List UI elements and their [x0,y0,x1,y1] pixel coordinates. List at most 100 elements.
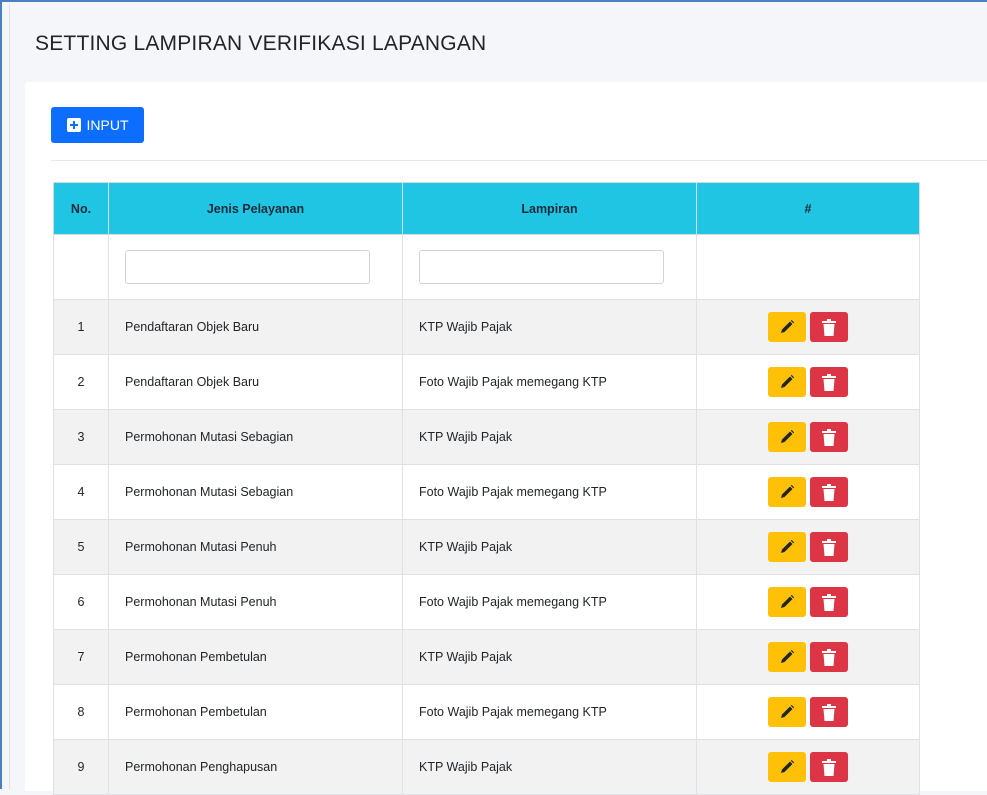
delete-button[interactable] [810,422,848,452]
app-frame: SETTING LAMPIRAN VERIFIKASI LAPANGAN INP… [0,0,987,795]
trash-icon [822,758,836,776]
row-no: 5 [53,519,109,575]
row-lampiran: KTP Wajib Pajak [402,739,697,795]
delete-button[interactable] [810,587,848,617]
trash-icon [822,483,836,501]
row-jenis-pelayanan: Pendaftaran Objek Baru [108,354,403,410]
trash-icon [822,318,836,336]
trash-icon [822,428,836,446]
edit-button[interactable] [768,312,806,342]
input-button[interactable]: INPUT [51,107,144,143]
delete-button[interactable] [810,697,848,727]
table-row: 6 Permohonan Mutasi Penuh Foto Wajib Pajak… [53,574,920,630]
row-lampiran: KTP Wajib Pajak [402,629,697,685]
edit-button[interactable] [768,367,806,397]
table-header-row: No. Jenis Pelayanan Lampiran # [53,182,920,235]
filter-row [53,234,920,300]
row-actions [696,409,920,465]
edit-button[interactable] [768,752,806,782]
delete-button[interactable] [810,312,848,342]
row-jenis-pelayanan: Permohonan Mutasi Sebagian [108,464,403,520]
delete-button[interactable] [810,752,848,782]
row-lampiran: KTP Wajib Pajak [402,519,697,575]
trash-icon [822,593,836,611]
pencil-icon [781,704,795,718]
row-jenis-pelayanan: Permohonan Pembetulan [108,629,403,685]
edit-button[interactable] [768,532,806,562]
filter-cell-no [53,234,109,300]
table-row: 7 Permohonan Pembetulan KTP Wajib Pajak [53,629,920,685]
input-button-label: INPUT [86,117,129,133]
row-actions [696,574,920,630]
row-no: 1 [53,299,109,355]
row-jenis-pelayanan: Permohonan Penghapusan [108,739,403,795]
filter-lampiran-input[interactable] [419,250,664,284]
delete-button[interactable] [810,477,848,507]
filter-cell-jenis [108,234,403,300]
pencil-icon [781,759,795,773]
pencil-icon [781,429,795,443]
content-card: INPUT No. Jenis Pelayanan Lampiran # 1 P… [25,82,987,795]
row-no: 4 [53,464,109,520]
filter-jenis-input[interactable] [125,250,370,284]
header-jenis-pelayanan: Jenis Pelayanan [108,182,403,235]
row-lampiran: Foto Wajib Pajak memegang KTP [402,684,697,740]
row-lampiran: KTP Wajib Pajak [402,409,697,465]
table-row: 2 Pendaftaran Objek Baru Foto Wajib Pajak … [53,354,920,410]
delete-button[interactable] [810,532,848,562]
row-jenis-pelayanan: Pendaftaran Objek Baru [108,299,403,355]
frame-divider [9,4,10,789]
edit-button[interactable] [768,642,806,672]
filter-cell-lampiran [402,234,697,300]
row-lampiran: Foto Wajib Pajak memegang KTP [402,574,697,630]
row-lampiran: Foto Wajib Pajak memegang KTP [402,464,697,520]
plus-square-icon [66,118,81,132]
row-no: 8 [53,684,109,740]
row-actions [696,684,920,740]
delete-button[interactable] [810,642,848,672]
trash-icon [822,538,836,556]
page-title: SETTING LAMPIRAN VERIFIKASI LAPANGAN [35,32,487,55]
row-jenis-pelayanan: Permohonan Mutasi Sebagian [108,409,403,465]
row-lampiran: KTP Wajib Pajak [402,299,697,355]
lampiran-table: No. Jenis Pelayanan Lampiran # 1 Pendaft… [53,182,920,795]
row-jenis-pelayanan: Permohonan Mutasi Penuh [108,519,403,575]
pencil-icon [781,649,795,663]
divider [51,160,987,161]
edit-button[interactable] [768,422,806,452]
header-lampiran: Lampiran [402,182,697,235]
filter-cell-actions [696,234,920,300]
header-no: No. [53,182,109,235]
row-no: 7 [53,629,109,685]
row-actions [696,629,920,685]
table-row: 1 Pendaftaran Objek Baru KTP Wajib Pajak [53,299,920,355]
pencil-icon [781,594,795,608]
row-jenis-pelayanan: Permohonan Mutasi Penuh [108,574,403,630]
delete-button[interactable] [810,367,848,397]
trash-icon [822,373,836,391]
pencil-icon [781,539,795,553]
row-no: 6 [53,574,109,630]
row-no: 9 [53,739,109,795]
row-jenis-pelayanan: Permohonan Pembetulan [108,684,403,740]
row-no: 2 [53,354,109,410]
row-no: 3 [53,409,109,465]
table-row: 5 Permohonan Mutasi Penuh KTP Wajib Pajak [53,519,920,575]
edit-button[interactable] [768,587,806,617]
table-row: 9 Permohonan Penghapusan KTP Wajib Pajak [53,739,920,795]
row-lampiran: Foto Wajib Pajak memegang KTP [402,354,697,410]
row-actions [696,519,920,575]
header-actions: # [696,182,920,235]
edit-button[interactable] [768,477,806,507]
table-row: 8 Permohonan Pembetulan Foto Wajib Pajak m… [53,684,920,740]
table-row: 3 Permohonan Mutasi Sebagian KTP Wajib Paj… [53,409,920,465]
trash-icon [822,703,836,721]
row-actions [696,739,920,795]
pencil-icon [781,319,795,333]
trash-icon [822,648,836,666]
pencil-icon [781,484,795,498]
row-actions [696,464,920,520]
row-actions [696,354,920,410]
pencil-icon [781,374,795,388]
edit-button[interactable] [768,697,806,727]
